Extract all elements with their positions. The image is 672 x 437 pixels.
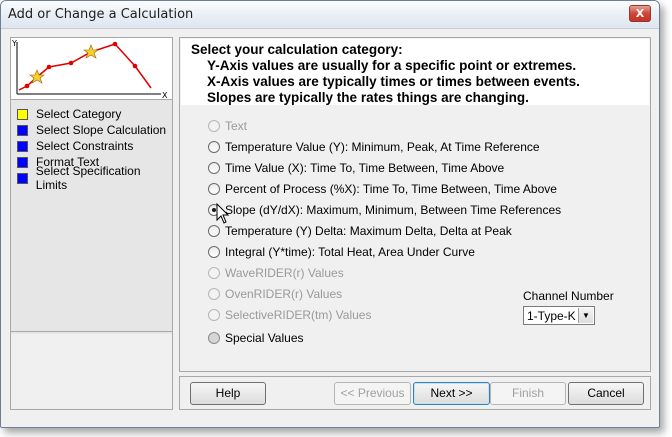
preview-y-label: Y [11,39,17,48]
radio-label: SelectiveRIDER(tm) Values [225,308,372,322]
step-label: Select Specification Limits [35,164,141,192]
radio-label: Percent of Process (%X): Time To, Time B… [225,182,557,196]
radio-label: Temperature Value (Y): Minimum, Peak, At… [225,140,540,154]
radio-label: Temperature (Y) Delta: Maximum Delta, De… [225,224,512,238]
previous-button[interactable]: << Previous [334,382,411,405]
channel-select-value: 1-Type-K [527,309,576,323]
radio-circle[interactable] [208,120,220,132]
step-label: Select Slope Calculation [36,123,167,137]
radio-label: Integral (Y*time): Total Heat, Area Unde… [225,245,475,259]
wizard-steps-list: Select Category Select Slope Calculation… [11,104,172,332]
step-select-slope-calculation[interactable]: Select Slope Calculation [17,122,166,138]
next-button[interactable]: Next >> [413,382,490,405]
radio-label: Time Value (X): Time To, Time Between, T… [225,161,505,175]
radio-percent-of-process[interactable]: Percent of Process (%X): Time To, Time B… [208,181,557,197]
cancel-button[interactable]: Cancel [568,382,644,405]
instructions-box: Select your calculation category: Y-Axis… [181,39,649,105]
step-marker-icon [17,140,28,152]
chevron-down-icon[interactable]: ▼ [578,308,593,323]
radio-text[interactable]: Text [208,118,247,134]
mouse-pointer-icon [216,203,230,224]
window-title: Add or Change a Calculation [8,7,194,22]
close-button[interactable]: X [629,5,651,22]
radio-circle[interactable] [208,288,220,300]
title-bar[interactable]: Add or Change a Calculation X [1,1,659,29]
calculation-preview: Y X [11,38,172,100]
instructions-title: Select your calculation category: [191,42,403,57]
radio-circle[interactable] [208,141,220,153]
step-marker-icon [17,156,28,168]
notes-area [11,334,172,409]
radio-selectiverider[interactable]: SelectiveRIDER(tm) Values [208,307,371,323]
button-bar: Help << Previous Next >> Finish Cancel [179,376,651,410]
radio-waverider[interactable]: WaveRIDER(r) Values [208,265,344,281]
radio-circle[interactable] [208,332,220,344]
curve-preview-graphic: Y X [11,39,168,100]
radio-label: Slope (dY/dX): Maximum, Minimum, Between… [225,203,562,217]
radio-ovenrider[interactable]: OvenRIDER(r) Values [208,286,342,302]
radio-circle[interactable] [208,183,220,195]
channel-number-label: Channel Number [523,289,614,303]
radio-temperature-delta[interactable]: Temperature (Y) Delta: Maximum Delta, De… [208,223,512,239]
radio-time-value[interactable]: Time Value (X): Time To, Time Between, T… [208,160,504,176]
step-marker-icon [17,124,28,136]
radio-temperature-value[interactable]: Temperature Value (Y): Minimum, Peak, At… [208,139,540,155]
help-button[interactable]: Help [190,382,266,405]
instructions-line-x: X-Axis values are typically times or tim… [207,74,580,89]
step-marker-icon [17,172,28,184]
radio-label: WaveRIDER(r) Values [225,266,344,280]
step-marker-icon [17,108,28,120]
step-label: Select Category [36,107,122,121]
radio-label: OvenRIDER(r) Values [225,287,343,301]
radio-circle[interactable] [208,309,220,321]
finish-button[interactable]: Finish [490,382,566,405]
radio-integral[interactable]: Integral (Y*time): Total Heat, Area Unde… [208,244,475,260]
radio-circle[interactable] [208,267,220,279]
instructions-line-slope: Slopes are typically the rates things ar… [207,90,529,105]
preview-x-label: X [162,91,168,100]
radio-circle[interactable] [208,162,220,174]
step-label: Select Constraints [36,139,134,153]
channel-number-select[interactable]: 1-Type-K ▼ [523,306,595,325]
radio-slope[interactable]: Slope (dY/dX): Maximum, Minimum, Between… [208,202,561,218]
step-select-specification-limits[interactable]: Select Specification Limits [17,164,172,192]
step-select-constraints[interactable]: Select Constraints [17,138,133,154]
left-panel: Y X Select Category Select Slope Calcula… [10,37,173,410]
radio-circle[interactable] [208,225,220,237]
radio-circle[interactable] [208,246,220,258]
radio-special-values[interactable]: Special Values [208,330,304,346]
step-select-category[interactable]: Select Category [17,106,121,122]
dialog-window: Add or Change a Calculation X Y X Select… [0,0,660,428]
category-panel: Select your calculation category: Y-Axis… [179,37,651,372]
instructions-line-y: Y-Axis values are usually for a specific… [207,58,577,73]
radio-label: Text [225,119,248,133]
radio-label: Special Values [225,331,304,345]
